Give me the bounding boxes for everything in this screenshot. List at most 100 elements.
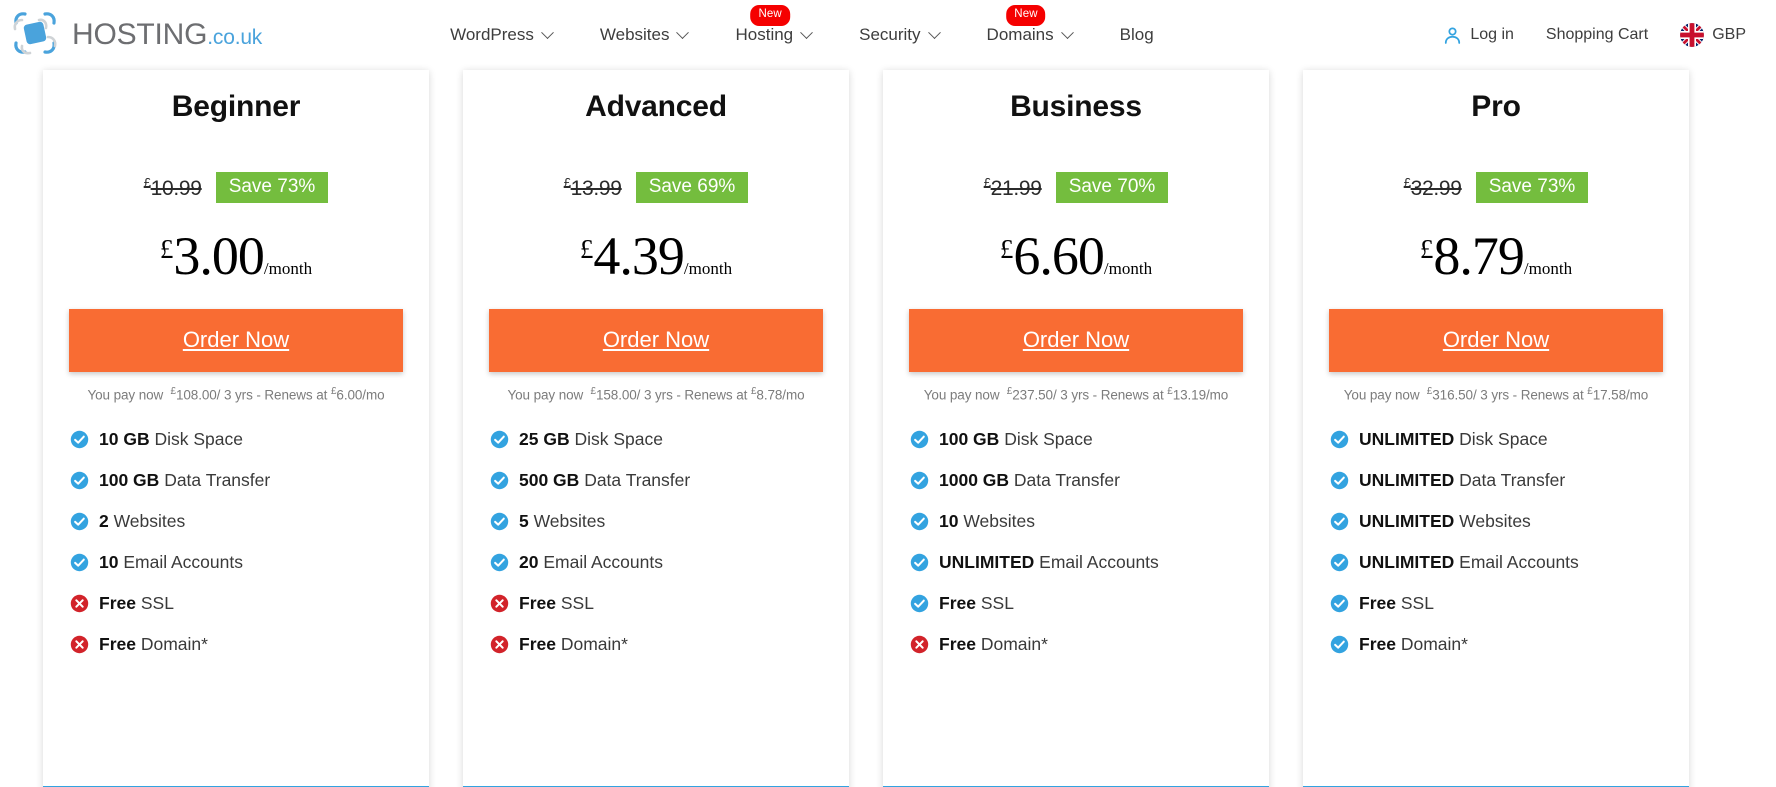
feature-text: SSL: [980, 592, 1014, 613]
logo-text-main: HOSTING: [72, 18, 208, 51]
feature-text: Disk Space: [1459, 428, 1548, 449]
currency-selector[interactable]: GBP: [1664, 23, 1762, 47]
cross-icon: [70, 594, 89, 613]
user-icon: [1443, 26, 1462, 45]
feature-item: Free Domain*: [910, 624, 1269, 665]
pay-note-total: 108.00/ 3 yrs - Renews at: [175, 387, 328, 403]
feature-text: Domain*: [980, 633, 1048, 654]
pricing-cards: Beginner £10.99 Save 73% £3.00/month Ord…: [0, 70, 1776, 787]
check-icon: [910, 512, 929, 531]
feature-strong: Free: [939, 592, 976, 613]
pay-note: You pay now £316.50/ 3 yrs - Renews at £…: [1303, 386, 1689, 403]
feature-text: SSL: [140, 592, 174, 613]
cross-icon: [490, 594, 509, 613]
pricing-card-pro[interactable]: Pro £32.99 Save 73% £8.79/month Order No…: [1303, 70, 1689, 787]
header-actions: Log in Shopping Cart GBP: [1427, 0, 1762, 70]
pay-note-prefix: You pay now: [1343, 387, 1420, 403]
feature-item: UNLIMITED Websites: [1330, 501, 1689, 542]
feature-strong: 25 GB: [519, 428, 570, 449]
feature-item: Free SSL: [1330, 583, 1689, 624]
old-price-row: £21.99 Save 70%: [883, 172, 1269, 203]
order-now-button[interactable]: Order Now: [1329, 309, 1663, 372]
chevron-down-icon: [541, 25, 554, 39]
price-period: /month: [683, 259, 733, 278]
shopping-cart-label: Shopping Cart: [1545, 26, 1649, 43]
pricing-card-beginner[interactable]: Beginner £10.99 Save 73% £3.00/month Ord…: [43, 70, 429, 787]
save-badge: Save 70%: [1055, 172, 1169, 203]
feature-item: Free Domain*: [70, 624, 429, 665]
feature-strong: 10: [99, 551, 119, 572]
plan-title: Pro: [1471, 90, 1521, 123]
order-now-button[interactable]: Order Now: [69, 309, 403, 372]
feature-text: Data Transfer: [584, 469, 691, 490]
nav-label: Hosting: [735, 25, 794, 44]
feature-strong: Free: [99, 633, 136, 654]
feature-text: Email Accounts: [1459, 551, 1579, 572]
feature-list: UNLIMITED Disk Space UNLIMITED Data Tran…: [1303, 419, 1689, 665]
order-now-button[interactable]: Order Now: [489, 309, 823, 372]
check-icon: [910, 471, 929, 490]
hosting-logo-icon: [8, 6, 62, 65]
check-icon: [490, 512, 509, 531]
shopping-cart-button[interactable]: Shopping Cart: [1530, 26, 1664, 44]
pay-note: You pay now £108.00/ 3 yrs - Renews at £…: [43, 386, 429, 403]
old-price-value: 13.99: [570, 176, 622, 200]
old-price: £10.99: [144, 175, 202, 201]
old-price-row: £10.99 Save 73%: [43, 172, 429, 203]
plan-price: £8.79/month: [1303, 225, 1689, 287]
old-price-row: £13.99 Save 69%: [463, 172, 849, 203]
chevron-down-icon: [800, 25, 813, 39]
feature-strong: 100 GB: [99, 469, 160, 490]
nav-item-hosting[interactable]: New Hosting: [711, 5, 835, 45]
feature-strong: 10: [939, 510, 959, 531]
feature-text: Email Accounts: [123, 551, 243, 572]
currency-label: GBP: [1712, 26, 1746, 43]
save-badge: Save 73%: [215, 172, 329, 203]
price-currency: £: [999, 234, 1014, 264]
nav-item-websites[interactable]: Websites: [576, 25, 712, 45]
logo[interactable]: HOSTING.co.uk: [8, 6, 262, 65]
plan-price: £4.39/month: [463, 225, 849, 287]
chevron-down-icon: [676, 25, 690, 39]
feature-text: Email Accounts: [1039, 551, 1159, 572]
cross-icon: [70, 635, 89, 654]
pay-note-total: 316.50/ 3 yrs - Renews at: [1432, 387, 1584, 403]
feature-item: 25 GB Disk Space: [490, 419, 849, 460]
check-icon: [910, 430, 929, 449]
check-icon: [910, 594, 929, 613]
feature-text: Disk Space: [154, 428, 243, 449]
feature-item: 5 Websites: [490, 501, 849, 542]
price-currency: £: [1419, 234, 1434, 264]
feature-strong: 5: [519, 510, 529, 531]
nav-label: Domains: [986, 25, 1054, 44]
cross-icon: [490, 635, 509, 654]
feature-item: 2 Websites: [70, 501, 429, 542]
nav-item-blog[interactable]: Blog: [1096, 25, 1178, 45]
feature-item: Free Domain*: [490, 624, 849, 665]
nav-item-domains[interactable]: New Domains: [963, 5, 1096, 45]
feature-item: 100 GB Disk Space: [910, 419, 1269, 460]
feature-strong: Free: [1359, 633, 1396, 654]
nav-item-security[interactable]: Security: [835, 25, 962, 45]
nav-label: Blog: [1119, 25, 1154, 44]
check-icon: [70, 553, 89, 572]
price-period: /month: [1103, 259, 1153, 278]
nav-label: Security: [859, 25, 921, 44]
feature-item: 10 Websites: [910, 501, 1269, 542]
feature-text: Domain*: [1400, 633, 1468, 654]
feature-strong: UNLIMITED: [1359, 510, 1455, 531]
pricing-card-advanced[interactable]: Advanced £13.99 Save 69% £4.39/month Ord…: [463, 70, 849, 787]
feature-text: Websites: [113, 510, 186, 531]
feature-item: UNLIMITED Data Transfer: [1330, 460, 1689, 501]
pricing-card-business[interactable]: Business £21.99 Save 70% £6.60/month Ord…: [883, 70, 1269, 787]
pay-note-total: 237.50/ 3 yrs - Renews at: [1012, 387, 1164, 403]
login-button[interactable]: Log in: [1427, 26, 1530, 45]
nav-item-wordpress[interactable]: WordPress: [426, 25, 576, 45]
check-icon: [490, 430, 509, 449]
feature-strong: 1000 GB: [939, 469, 1010, 490]
order-now-button[interactable]: Order Now: [909, 309, 1243, 372]
chevron-down-icon: [927, 25, 941, 39]
feature-text: Websites: [1459, 510, 1531, 531]
check-icon: [1330, 471, 1349, 490]
pay-note-renew: 13.19/mo: [1172, 387, 1229, 403]
